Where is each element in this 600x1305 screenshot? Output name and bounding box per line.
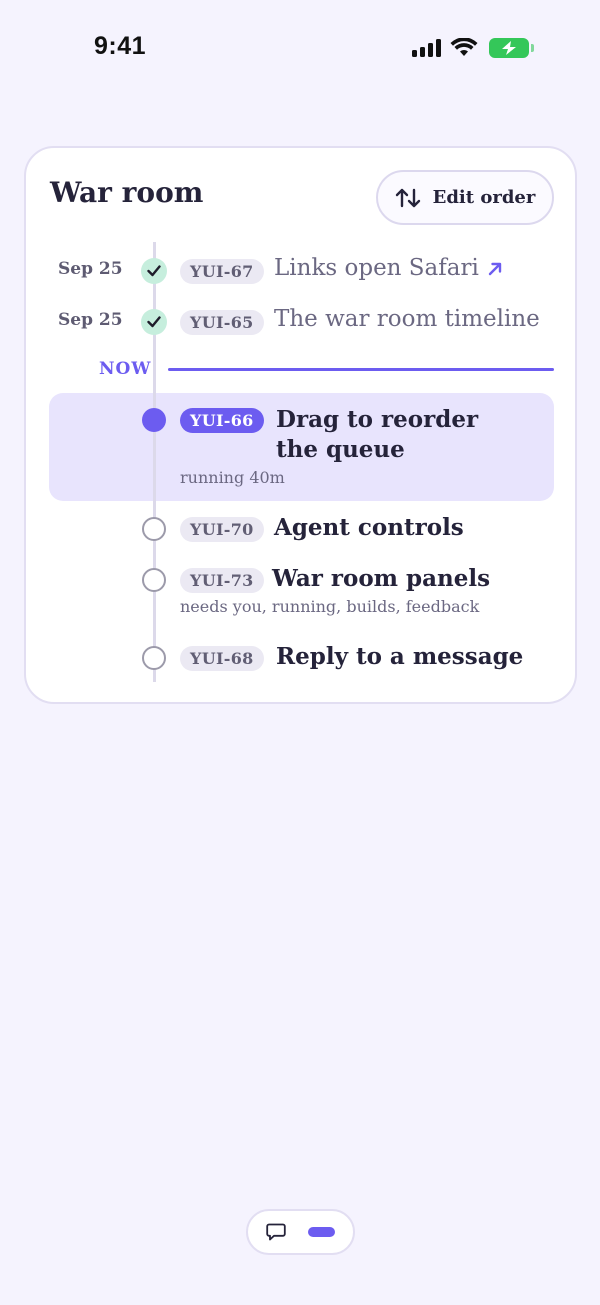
- checkmark-icon: [147, 265, 161, 277]
- now-divider: [168, 368, 554, 371]
- item-title-line-1: Drag to reorder: [276, 406, 479, 433]
- status-bar: 9:41: [0, 0, 600, 90]
- item-title: War room panels: [272, 565, 491, 592]
- timeline-tab-indicator[interactable]: [308, 1227, 335, 1237]
- pending-status-dot: [142, 646, 166, 670]
- checkmark-icon: [147, 316, 161, 328]
- timeline-item-active[interactable]: YUI-66 Drag to reorder the queue running…: [26, 406, 579, 496]
- ticket-chip: YUI-73: [180, 568, 264, 593]
- pending-status-dot: [142, 517, 166, 541]
- bottom-tab-bar: [246, 1209, 355, 1255]
- edit-order-button[interactable]: Edit order: [376, 170, 554, 225]
- timeline-item-done[interactable]: Sep 25 YUI-65 The war room timeline: [26, 306, 579, 337]
- now-label: NOW: [99, 359, 152, 379]
- item-date: Sep 25: [58, 259, 123, 279]
- item-subtitle: needs you, running, builds, feedback: [180, 597, 480, 616]
- item-date: Sep 25: [58, 310, 123, 330]
- chat-bubble-icon: [266, 1223, 286, 1241]
- ticket-chip: YUI-68: [180, 646, 264, 671]
- item-title: Agent controls: [274, 514, 464, 541]
- ticket-chip: YUI-65: [180, 310, 264, 335]
- item-title: The war room timeline: [274, 306, 540, 332]
- card-title: War room: [50, 176, 204, 209]
- wifi-icon: [450, 38, 478, 56]
- timeline-item-queued[interactable]: YUI-68 Reply to a message: [26, 643, 579, 673]
- chat-tab-button[interactable]: [266, 1223, 286, 1241]
- status-icons: [412, 36, 534, 60]
- ticket-chip: YUI-67: [180, 259, 264, 284]
- item-title-link[interactable]: Links open Safari: [274, 255, 503, 281]
- edit-order-label: Edit order: [432, 187, 536, 208]
- cellular-signal-icon: [412, 39, 441, 57]
- active-status-dot: [142, 408, 166, 432]
- item-title: Links open Safari: [274, 255, 479, 281]
- ticket-chip: YUI-70: [180, 517, 264, 542]
- status-time: 9:41: [94, 32, 147, 60]
- ticket-chip-active: YUI-66: [180, 408, 264, 433]
- item-title-line-2: the queue: [276, 436, 405, 463]
- war-room-card: War room Edit order Sep 25 YUI-67 Links …: [24, 146, 577, 704]
- item-subtitle: running 40m: [180, 468, 285, 487]
- done-status-dot: [141, 258, 167, 284]
- timeline-item-queued[interactable]: YUI-70 Agent controls: [26, 514, 579, 544]
- timeline-item-queued[interactable]: YUI-73 War room panels needs you, runnin…: [26, 565, 579, 620]
- done-status-dot: [141, 309, 167, 335]
- pending-status-dot: [142, 568, 166, 592]
- battery-charging-icon: [489, 38, 534, 58]
- item-title: Reply to a message: [276, 643, 524, 670]
- arrow-up-right-icon: [488, 262, 502, 276]
- timeline-item-done[interactable]: Sep 25 YUI-67 Links open Safari: [26, 255, 579, 286]
- swap-vertical-arrows-icon: [395, 188, 420, 207]
